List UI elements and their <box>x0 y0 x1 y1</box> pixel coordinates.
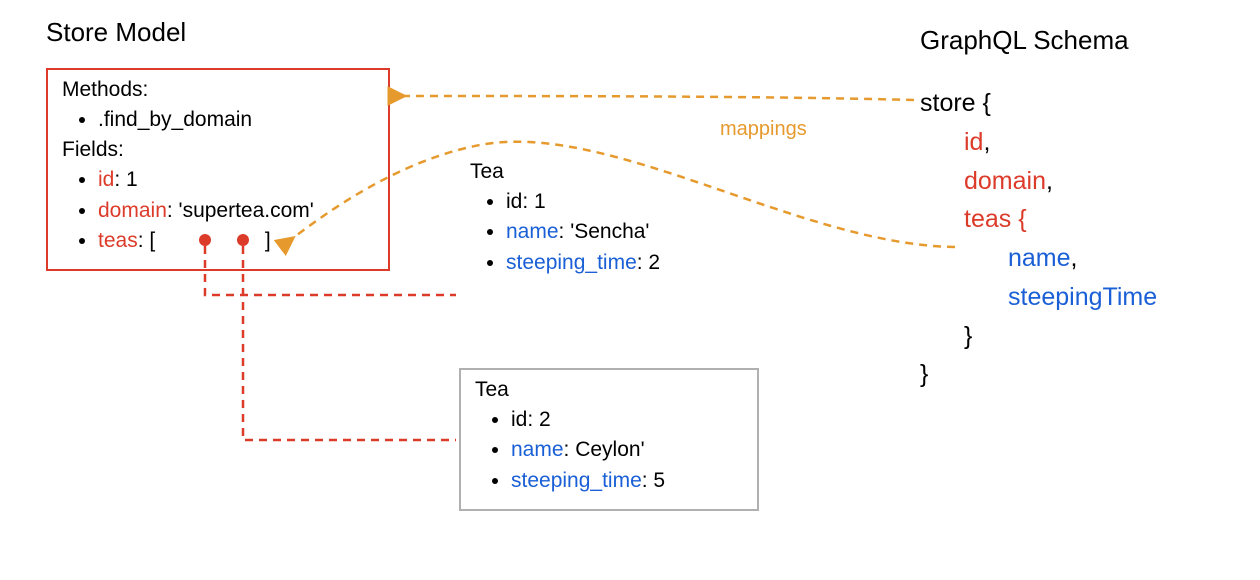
tea1-id: id: 1 <box>506 188 760 216</box>
schema-comma-2: , <box>1046 167 1053 195</box>
tea2-name: name: Ceylon' <box>511 436 743 464</box>
field-id: id: 1 <box>98 166 374 194</box>
field-domain-key: domain <box>98 199 167 222</box>
field-domain: domain: 'supertea.com' <box>98 197 374 225</box>
field-teas-open: : [ <box>138 229 156 252</box>
schema-domain: domain <box>964 167 1046 195</box>
tea1-name: name: 'Sencha' <box>506 218 760 246</box>
methods-label: Methods: <box>62 78 374 102</box>
tea2-steeping-key: steeping_time <box>511 469 642 492</box>
field-id-key: id <box>98 168 114 191</box>
tea2-steeping: steeping_time: 5 <box>511 467 743 495</box>
tea1-steeping-key: steeping_time <box>506 251 637 274</box>
tea2-steeping-value: : 5 <box>642 469 665 492</box>
schema-comma-1: , <box>983 128 990 156</box>
fields-label: Fields: <box>62 138 374 162</box>
schema-close-outer: } <box>920 355 1157 394</box>
store-model-heading: Store Model <box>46 17 186 48</box>
field-teas-close: ] <box>265 229 271 252</box>
tea1-steeping: steeping_time: 2 <box>506 249 760 277</box>
schema-comma-3: , <box>1071 244 1078 272</box>
field-teas-key: teas <box>98 229 138 252</box>
mapping-arrow-store <box>404 96 914 100</box>
mappings-label: mappings <box>720 118 807 141</box>
field-id-value: : 1 <box>114 168 137 191</box>
tea2-title: Tea <box>475 378 743 402</box>
tea1-block: Tea id: 1 name: 'Sencha' steeping_time: … <box>470 160 760 281</box>
tea1-title: Tea <box>470 160 760 184</box>
tea1-steeping-value: : 2 <box>637 251 660 274</box>
schema-id: id <box>964 128 983 156</box>
field-domain-value: : 'supertea.com' <box>167 199 314 222</box>
schema-teas-open: teas { <box>964 205 1027 233</box>
schema-close-inner: } <box>920 317 1157 356</box>
tea2-name-key: name <box>511 438 564 461</box>
method-find-by-domain: .find_by_domain <box>98 106 374 134</box>
tea1-name-key: name <box>506 220 559 243</box>
graphql-schema-heading: GraphQL Schema <box>920 25 1129 56</box>
schema-name: name <box>1008 244 1071 272</box>
link-tea2 <box>243 246 456 440</box>
tea2-id: id: 2 <box>511 406 743 434</box>
store-model-box: Methods: .find_by_domain Fields: id: 1 d… <box>46 68 390 271</box>
schema-store-open: store { <box>920 84 1157 123</box>
tea2-name-value: : Ceylon' <box>564 438 645 461</box>
tea2-block: Tea id: 2 name: Ceylon' steeping_time: 5 <box>459 368 759 511</box>
field-teas: teas: [ ] <box>98 227 374 255</box>
tea1-name-value: : 'Sencha' <box>559 220 650 243</box>
schema-block: store { id, domain, teas { name, steepin… <box>920 84 1157 394</box>
schema-steepingTime: steepingTime <box>1008 283 1157 311</box>
